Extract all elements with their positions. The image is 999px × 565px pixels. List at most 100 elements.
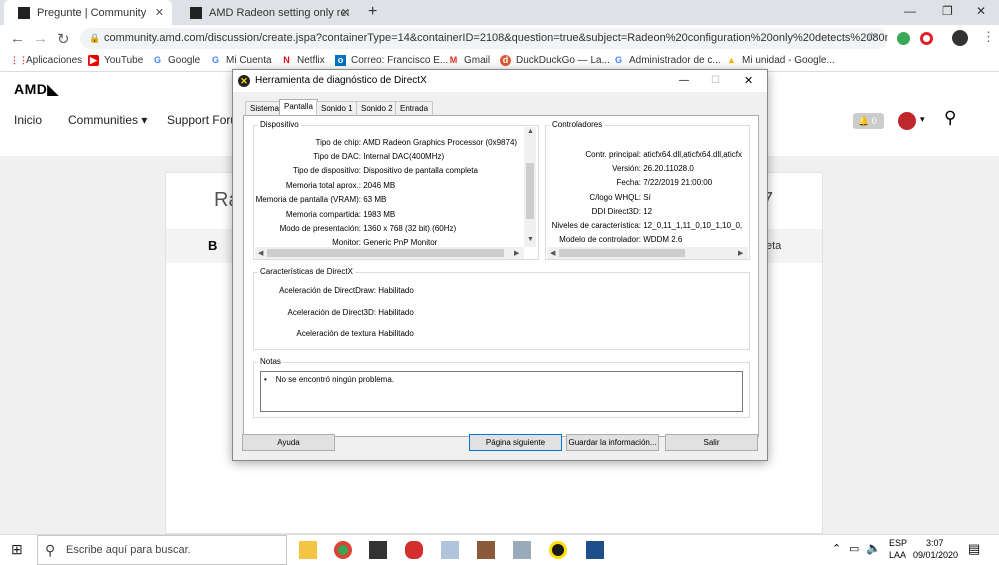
driver-row: Fecha: 7/22/2019 21:00:00 (616, 178, 713, 187)
search-icon[interactable]: ⚲ (944, 108, 956, 128)
nav-communities[interactable]: Communities ▾ (68, 113, 147, 127)
bookmark-netflix[interactable]: N Netflix (281, 55, 325, 66)
store-icon[interactable] (369, 541, 387, 559)
tool-icon[interactable] (477, 541, 495, 559)
tab-pregunte[interactable]: Pregunte | Community ✕ (4, 0, 172, 25)
device-horizontal-scrollbar[interactable]: ◀ ▶ (255, 247, 524, 259)
opera-icon[interactable] (920, 32, 933, 45)
duckduckgo-icon: d (500, 55, 511, 66)
save-info-button[interactable]: Guardar la información... (566, 434, 659, 451)
bookmark-gmail[interactable]: M Gmail (448, 55, 490, 66)
drivers-list[interactable]: Contr. principal: aticfx64.dll,aticfx64.… (546, 126, 749, 246)
bookmark-apps[interactable]: ⋮⋮ Aplicaciones (10, 55, 82, 66)
clock-date[interactable]: 09/01/2020 (913, 550, 958, 560)
windows-start-icon[interactable]: ⊞ (11, 541, 23, 558)
game-icon[interactable] (405, 541, 423, 559)
tab-entrada[interactable]: Entrada (395, 101, 434, 116)
bookmark-correo[interactable]: o Correo: Francisco E... (335, 55, 448, 66)
profile-avatar[interactable] (952, 30, 968, 46)
reload-icon[interactable]: ↻ (57, 30, 70, 48)
device-vertical-scrollbar[interactable]: ▲ ▼ (524, 127, 536, 247)
tray-chevron-icon[interactable]: ⌃ (832, 542, 841, 555)
scroll-up-icon[interactable]: ▲ (527, 128, 534, 135)
chrome-icon[interactable] (334, 541, 352, 559)
directx-taskbar-icon[interactable] (549, 541, 567, 559)
amd-logo[interactable]: AMD◣ (14, 81, 59, 98)
note-item: • No se encontró ningún problema. (264, 375, 394, 384)
tab-sonido-2[interactable]: Sonido 2 (356, 101, 398, 116)
scroll-left-icon[interactable]: ◀ (550, 249, 555, 257)
nav-inicio[interactable]: Inicio (14, 113, 42, 127)
bookmark-google[interactable]: G Google (152, 55, 200, 66)
netflix-icon: N (283, 55, 290, 65)
extension-icon[interactable] (897, 32, 910, 45)
scroll-thumb[interactable] (267, 249, 504, 257)
driver-row: Modelo de controlador: WDDM 2.6 (559, 235, 683, 244)
paint-icon[interactable] (441, 541, 459, 559)
features-group-label: Características de DirectX (258, 267, 355, 276)
scroll-right-icon[interactable]: ▶ (738, 249, 743, 257)
bookmark-duckduckgo[interactable]: d DuckDuckGo — La... (500, 55, 610, 66)
file-explorer-icon[interactable] (299, 541, 317, 559)
forward-icon[interactable]: → (33, 30, 48, 47)
feature-row: Aceleración de DirectDraw: Habilitado (279, 286, 414, 295)
gmail-icon: M (449, 55, 458, 65)
back-icon[interactable]: ← (10, 30, 25, 47)
device-list[interactable]: Tipo de chip: AMD Radeon Graphics Proces… (254, 126, 538, 259)
menu-icon[interactable]: ⋮ (982, 29, 995, 45)
taskbar-search-input[interactable]: ⚲ Escribe aquí para buscar. (37, 535, 287, 565)
minimize-icon[interactable]: — (904, 4, 916, 18)
bookmark-administrador[interactable]: G Administrador de c... (613, 55, 721, 66)
network-icon[interactable]: ▭ (849, 542, 859, 555)
amd-favicon-icon (190, 6, 202, 19)
bookmark-star-icon[interactable]: ☆ (866, 29, 878, 45)
help-button[interactable]: Ayuda (242, 434, 335, 451)
driver-row: DDI Direct3D: 12 (591, 207, 653, 216)
scroll-thumb[interactable] (559, 249, 685, 257)
exit-button[interactable]: Salir (665, 434, 758, 451)
calculator-icon[interactable] (586, 541, 604, 559)
language-indicator[interactable]: ESP (889, 538, 907, 548)
dx-minimize-icon[interactable]: — (679, 70, 689, 92)
address-bar[interactable]: 🔒 community.amd.com/discussion/create.js… (80, 28, 888, 49)
layout-indicator[interactable]: LAA (889, 550, 906, 560)
outlook-icon: o (335, 55, 346, 66)
dx-close-icon[interactable]: ✕ (744, 70, 753, 92)
drivers-horizontal-scrollbar[interactable]: ◀ ▶ (547, 247, 748, 259)
next-page-button[interactable]: Página siguiente (469, 434, 562, 451)
youtube-icon: ▶ (88, 55, 99, 66)
tab-amd-radeon[interactable]: AMD Radeon setting only read 5... ✕ (176, 0, 358, 25)
new-tab-button[interactable]: + (368, 3, 377, 21)
volume-icon[interactable]: 🔈 (866, 541, 881, 555)
bold-button[interactable]: B (208, 238, 217, 253)
bookmark-youtube[interactable]: ▶ YouTube (88, 55, 143, 66)
restore-icon[interactable]: ❐ (942, 4, 953, 18)
scroll-down-icon[interactable]: ▼ (527, 236, 534, 243)
bookmark-mi-unidad[interactable]: ▲ Mi unidad - Google... (726, 55, 835, 66)
dxdiag-title-bar: ✕ Herramienta de diagnóstico de DirectX … (233, 70, 767, 92)
close-window-icon[interactable]: ✕ (976, 4, 986, 18)
notifications-icon[interactable]: ▤ (968, 541, 980, 557)
notification-badge[interactable]: 🔔 0 (853, 113, 884, 129)
bell-icon: 🔔 (858, 116, 870, 126)
close-tab-icon[interactable]: ✕ (341, 6, 350, 19)
dx-maximize-icon[interactable]: ☐ (711, 70, 720, 92)
browser-tab-bar: Pregunte | Community ✕ AMD Radeon settin… (0, 0, 999, 25)
avatar-dropdown-icon[interactable]: ▾ (920, 114, 925, 125)
tab-sonido-1[interactable]: Sonido 1 (316, 101, 358, 116)
tab-title: Pregunte | Community (37, 6, 147, 19)
close-tab-icon[interactable]: ✕ (155, 6, 164, 19)
scroll-thumb[interactable] (526, 163, 534, 219)
image-viewer-icon[interactable] (513, 541, 531, 559)
notes-group: Notas • No se encontró ningún problema. (253, 357, 750, 418)
user-avatar[interactable] (898, 112, 916, 130)
url-text: community.amd.com/discussion/create.jspa… (104, 32, 888, 44)
bookmark-mi-cuenta[interactable]: G Mi Cuenta (210, 55, 272, 66)
notes-box[interactable]: • No se encontró ningún problema. (260, 371, 743, 412)
scroll-right-icon[interactable]: ▶ (514, 249, 519, 257)
tab-pantalla[interactable]: Pantalla (279, 99, 318, 116)
dxdiag-title: Herramienta de diagnóstico de DirectX (255, 75, 427, 86)
pantalla-panel: Dispositivo Tipo de chip: AMD Radeon Gra… (243, 115, 759, 437)
clock-time[interactable]: 3:07 (926, 538, 944, 548)
scroll-left-icon[interactable]: ◀ (258, 249, 263, 257)
